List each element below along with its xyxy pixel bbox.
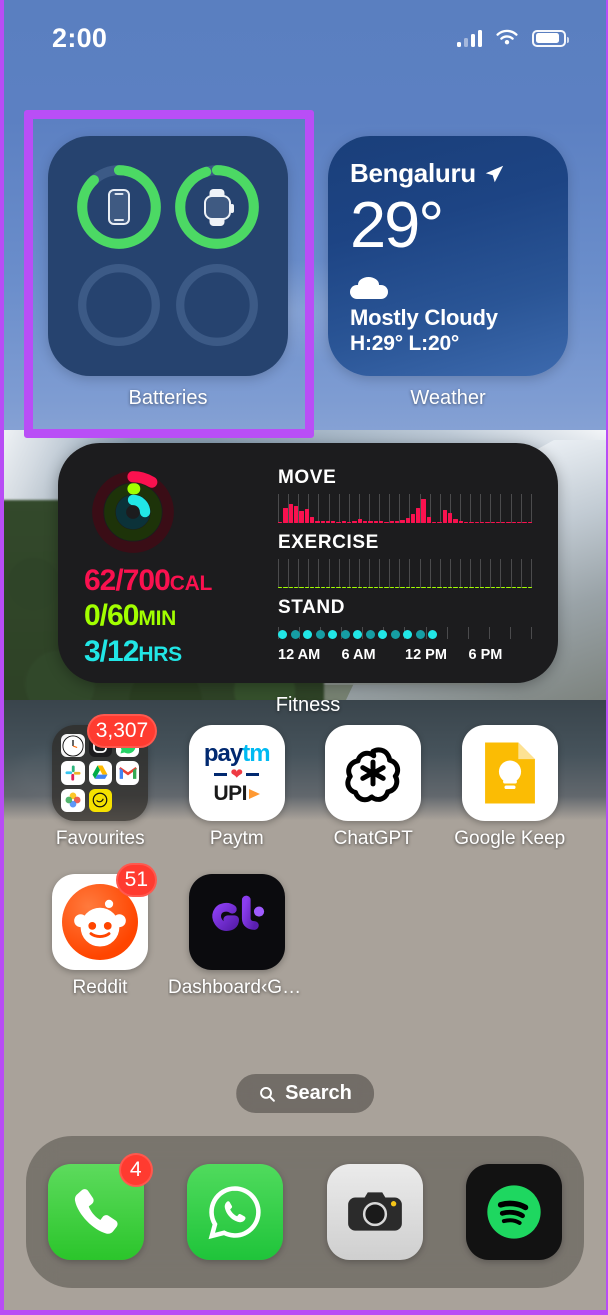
reddit-icon[interactable]: 51 [52, 863, 157, 970]
weather-widget-cell: Bengaluru 29° Mostly Cloudy H:29° L:20° … [328, 136, 568, 410]
search-button[interactable]: Search [236, 1074, 374, 1113]
status-bar-indicators [456, 29, 569, 47]
app-row-2: 51 Reddit Dashboard‹Gu... [32, 863, 578, 999]
fitness-exercise-value: 0/60 [84, 599, 139, 633]
fitness-widget[interactable]: 62/700CAL 0/60MIN 3/12HRS MOVE EXERCISE [58, 443, 558, 683]
fitness-stand-header: STAND [278, 597, 346, 619]
stand-chart [278, 624, 532, 642]
weather-city-row: Bengaluru [350, 158, 546, 189]
battery-ring-empty-1 [70, 256, 168, 354]
weather-widget[interactable]: Bengaluru 29° Mostly Cloudy H:29° L:20° [328, 136, 568, 376]
folder-empty-slot [116, 789, 139, 812]
fitness-move-unit: CAL [169, 572, 213, 595]
battery-ring-iphone [70, 158, 168, 256]
app-slot-empty-1 [306, 874, 442, 999]
app-google-keep[interactable]: Google Keep [442, 725, 579, 850]
paytm-wordmark: paytm [203, 740, 271, 767]
app-label-favourites: Favourites [55, 828, 145, 849]
move-chart [278, 494, 532, 524]
fitness-time-axis: 12 AM 6 AM 12 PM 6 PM [278, 647, 532, 663]
gmail-icon [115, 761, 140, 785]
fitness-move-header: MOVE [278, 467, 337, 488]
google-keep-icon[interactable] [461, 725, 558, 821]
app-label-dashboard: Dashboard‹Gu... [168, 977, 306, 998]
apple-watch-icon [171, 161, 263, 253]
activity-rings [90, 469, 176, 555]
exercise-chart [278, 559, 532, 589]
photos-icon [61, 788, 85, 812]
whatsapp-icon[interactable] [187, 1164, 284, 1260]
axis-tick-1: 6 AM [341, 647, 376, 663]
app-favourites[interactable]: 3,307 Favourites [32, 714, 169, 850]
fitness-stand-stat: 3/12HRS [84, 634, 264, 669]
batteries-widget-label: Batteries [128, 387, 208, 409]
spotify-icon[interactable] [466, 1164, 563, 1260]
clock-icon [61, 734, 85, 758]
battery-ring-empty-2 [168, 256, 266, 354]
phone-icon[interactable]: 4 [47, 1153, 153, 1260]
app-label-reddit: Reddit [72, 977, 128, 998]
app-chatgpt[interactable]: ChatGPT [305, 725, 442, 850]
app-row-1: 3,307 Favourites paytm ❤ UPI Paytm ChatG… [32, 714, 579, 850]
wifi-icon [496, 29, 518, 45]
phone-badge: 4 [118, 1153, 153, 1187]
folder-icon[interactable]: 3,307 [52, 714, 158, 821]
fitness-move-value: 62/700 [84, 564, 171, 597]
paytm-icon[interactable]: paytm ❤ UPI [188, 725, 285, 821]
iphone-home-screen: 2:00 Batteries Bengaluru 29° Mostly Clou… [0, 0, 608, 1315]
dashboard-icon[interactable] [189, 874, 285, 970]
status-bar-clock: 2:00 [52, 22, 108, 53]
cloud-icon [350, 277, 388, 299]
weather-high-low: H:29° L:20° [350, 332, 460, 355]
weather-condition-text: Mostly Cloudy [350, 305, 498, 330]
cellular-signal-icon [456, 29, 482, 47]
fitness-move-stat: 62/700CAL [84, 563, 264, 598]
batteries-widget[interactable] [48, 136, 288, 376]
fitness-charts: MOVE EXERCISE STAND 12 AM 6 AM 12 PM 6 P… [264, 467, 532, 663]
battery-ring-watch [168, 158, 266, 256]
dock: 4 [26, 1136, 584, 1288]
fitness-summary: 62/700CAL 0/60MIN 3/12HRS [84, 467, 264, 668]
app-slot-empty-2 [442, 874, 578, 999]
folder-badge: 3,307 [86, 714, 158, 748]
weather-temperature: 29° [350, 188, 444, 261]
upi-text: UPI [213, 782, 247, 805]
app-paytm[interactable]: paytm ❤ UPI Paytm [169, 725, 306, 850]
axis-tick-0: 12 AM [278, 647, 321, 663]
batteries-widget-cell: Batteries [48, 136, 288, 410]
axis-tick-2: 12 PM [405, 647, 447, 663]
fitness-exercise-unit: MIN [138, 607, 176, 631]
paytm-upi-wordmark: UPI [213, 783, 260, 804]
app-label-chatgpt: ChatGPT [333, 828, 413, 849]
axis-tick-3: 6 PM [468, 647, 503, 663]
battery-icon [532, 29, 569, 47]
app-reddit[interactable]: 51 Reddit [32, 863, 168, 999]
fitness-exercise-stat: 0/60MIN [84, 598, 264, 633]
fitness-exercise-header: EXERCISE [278, 532, 379, 554]
app-dashboard[interactable]: Dashboard‹Gu... [168, 874, 306, 999]
paytm-divider: ❤ [214, 767, 260, 782]
chatgpt-icon[interactable] [325, 725, 422, 821]
app-grid: 3,307 Favourites paytm ❤ UPI Paytm ChatG… [4, 714, 606, 999]
app-label-google-keep: Google Keep [454, 828, 566, 849]
search-label: Search [285, 1082, 352, 1104]
weather-conditions: Mostly Cloudy H:29° L:20° [350, 277, 546, 356]
vibe-icon [88, 788, 112, 812]
slack-icon [61, 761, 85, 785]
camera-icon[interactable] [326, 1164, 423, 1260]
fitness-stand-value: 3/12 [84, 634, 139, 668]
widget-row-top: Batteries Bengaluru 29° Mostly Cloudy H:… [4, 136, 606, 410]
fitness-widget-cell: 62/700CAL 0/60MIN 3/12HRS MOVE EXERCISE [58, 443, 558, 717]
iphone-icon [73, 161, 165, 253]
weather-city: Bengaluru [350, 158, 476, 188]
weather-widget-label: Weather [410, 387, 486, 409]
app-label-paytm: Paytm [209, 828, 264, 849]
status-bar: 2:00 [4, 0, 606, 76]
fitness-stand-unit: HRS [138, 642, 182, 666]
reddit-badge: 51 [115, 863, 157, 897]
google-drive-icon [88, 761, 112, 785]
location-arrow-icon [485, 165, 504, 182]
search-icon [260, 1086, 275, 1102]
